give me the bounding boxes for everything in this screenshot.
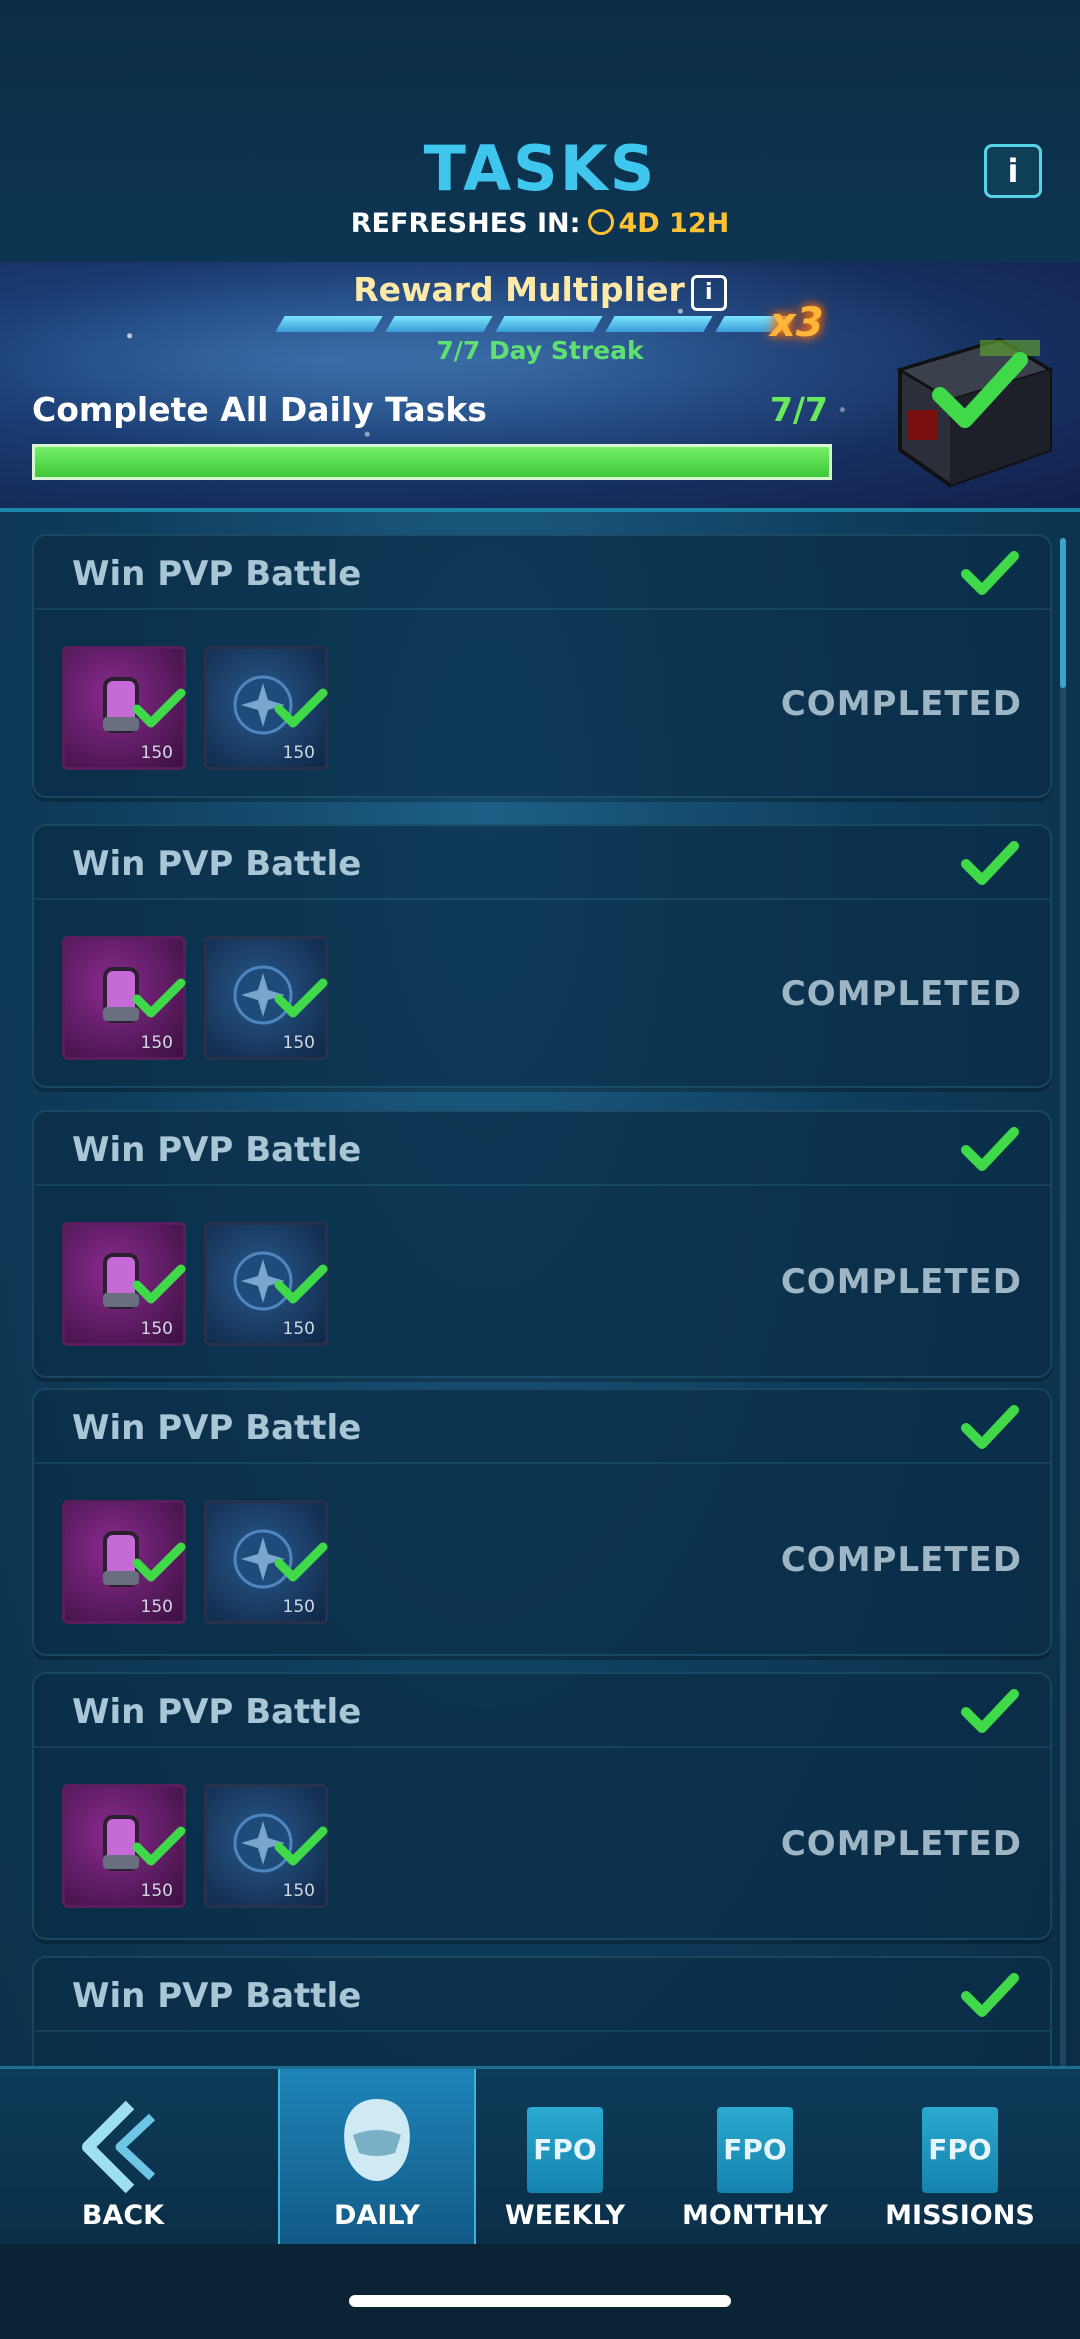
reward-chest-icon[interactable] — [880, 300, 1060, 490]
placeholder-icon: FPO — [922, 2107, 998, 2193]
reward-amount: 150 — [140, 1033, 173, 1053]
check-icon — [132, 1826, 186, 1866]
multiplier-info-icon[interactable]: i — [690, 275, 727, 311]
placeholder-icon: FPO — [527, 2107, 603, 2193]
reward-amount: 150 — [140, 743, 173, 763]
reward-star-token[interactable]: 150 — [204, 1784, 328, 1908]
scrollbar-thumb[interactable] — [1060, 538, 1066, 688]
monthly-label: MONTHLY — [682, 2200, 828, 2231]
reward-star-token[interactable]: 150 — [204, 646, 328, 770]
reward-amount: 150 — [140, 1319, 173, 1339]
task-title: Win PVP Battle — [72, 1976, 362, 2016]
reward-multiplier-label: Reward Multiplier — [353, 270, 685, 309]
home-indicator[interactable] — [349, 2295, 731, 2307]
back-button[interactable]: BACK — [0, 2069, 246, 2247]
weekly-label: WEEKLY — [504, 2200, 626, 2231]
check-icon — [132, 688, 186, 728]
reward-energy-canister[interactable]: 150 — [62, 1500, 186, 1624]
reward-energy-canister[interactable]: 150 — [62, 1784, 186, 1908]
streak-segment — [605, 316, 713, 332]
refresh-timer: REFRESHES IN: 4D 12H — [0, 208, 1080, 239]
tab-missions[interactable]: FPO MISSIONS — [870, 2069, 1050, 2247]
task-status: COMPLETED — [780, 1262, 1022, 1302]
task-title: Win PVP Battle — [72, 1692, 362, 1732]
back-chevron-icon — [82, 2100, 156, 2194]
check-icon — [132, 1542, 186, 1582]
progress-fill — [35, 447, 829, 477]
check-icon — [961, 1973, 1019, 2017]
reward-star-token[interactable]: 150 — [204, 936, 328, 1060]
reward-star-token[interactable]: 150 — [204, 1500, 328, 1624]
task-card[interactable]: Win PVP Battle — [32, 1956, 1052, 2066]
check-icon — [961, 1127, 1019, 1171]
check-icon — [274, 688, 328, 728]
tab-daily[interactable]: DAILY — [278, 2069, 476, 2247]
check-icon — [274, 1542, 328, 1582]
refresh-label: REFRESHES IN: — [350, 208, 581, 239]
clock-icon — [588, 209, 615, 235]
tab-monthly[interactable]: FPO MONTHLY — [664, 2069, 846, 2247]
reward-energy-canister[interactable]: 150 — [62, 936, 186, 1060]
missions-label: MISSIONS — [885, 2200, 1035, 2231]
check-icon — [961, 1405, 1019, 1449]
task-status: COMPLETED — [780, 684, 1022, 724]
streak-segment — [275, 316, 383, 332]
page-title: TASKS — [423, 132, 657, 205]
task-card[interactable]: Win PVP Battle 150 150 COMPLETED — [32, 824, 1052, 1088]
check-icon — [961, 841, 1019, 885]
task-card[interactable]: Win PVP Battle 150 150 COMPLETED — [32, 1672, 1052, 1940]
task-title: Win PVP Battle — [72, 1408, 362, 1448]
reward-amount: 150 — [282, 743, 315, 763]
task-status: COMPLETED — [780, 1540, 1022, 1580]
task-status: COMPLETED — [780, 1824, 1022, 1864]
check-icon — [274, 1264, 328, 1304]
daily-goal-progress-bar — [32, 444, 832, 480]
task-card[interactable]: Win PVP Battle 150 150 COMPLETED — [32, 1388, 1052, 1656]
reward-star-token[interactable]: 150 — [204, 1222, 328, 1346]
helmet-icon — [344, 2099, 410, 2181]
check-icon — [274, 1826, 328, 1866]
back-label: BACK — [81, 2200, 165, 2231]
refresh-time: 4D 12H — [618, 208, 730, 239]
check-icon — [132, 978, 186, 1018]
check-icon — [961, 1689, 1019, 1733]
task-title: Win PVP Battle — [72, 844, 362, 884]
check-icon — [132, 1264, 186, 1304]
info-button[interactable]: i — [984, 144, 1042, 198]
streak-segment — [495, 316, 603, 332]
reward-energy-canister[interactable]: 150 — [62, 646, 186, 770]
reward-amount: 150 — [282, 1597, 315, 1617]
reward-amount: 150 — [282, 1033, 315, 1053]
reward-energy-canister[interactable]: 150 — [62, 1222, 186, 1346]
home-indicator-area — [0, 2244, 1080, 2339]
reward-amount: 150 — [140, 1597, 173, 1617]
reward-amount: 150 — [282, 1881, 315, 1901]
check-icon — [961, 551, 1019, 595]
daily-goal-count: 7/7 — [770, 390, 828, 429]
task-card[interactable]: Win PVP Battle 150 150 COMPLETED — [32, 1110, 1052, 1378]
task-status: COMPLETED — [780, 974, 1022, 1014]
bottom-nav: BACK DAILY FPO WEEKLY FPO MONTHLY FPO MI… — [0, 2066, 1080, 2247]
tab-weekly[interactable]: FPO WEEKLY — [474, 2069, 656, 2247]
task-list[interactable]: Win PVP Battle 150 150 COMPLETED Win PVP… — [0, 510, 1080, 2066]
daily-label: DAILY — [334, 2200, 420, 2231]
task-card[interactable]: Win PVP Battle 150 150 COMPLETED — [32, 534, 1052, 798]
scrollbar-track[interactable] — [1060, 538, 1066, 2068]
task-title: Win PVP Battle — [72, 554, 362, 594]
reward-amount: 150 — [282, 1319, 315, 1339]
daily-goal-label: Complete All Daily Tasks — [32, 390, 487, 429]
task-title: Win PVP Battle — [72, 1130, 362, 1170]
streak-segment — [385, 316, 493, 332]
placeholder-icon: FPO — [717, 2107, 793, 2193]
reward-amount: 150 — [140, 1881, 173, 1901]
check-icon — [274, 978, 328, 1018]
